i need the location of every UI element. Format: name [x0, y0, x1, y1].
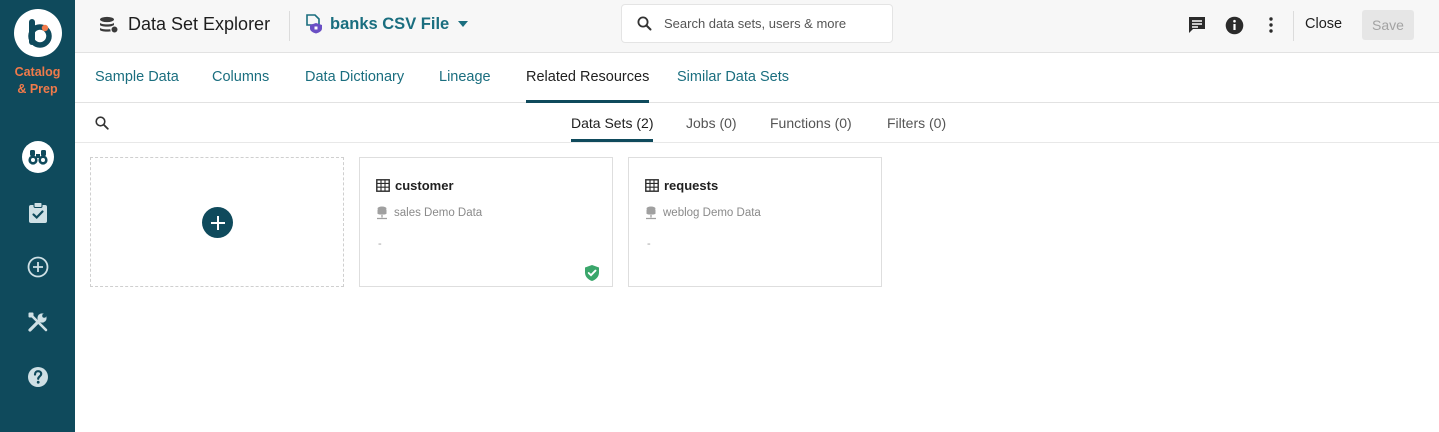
brand-name: Catalog & Prep: [14, 65, 61, 96]
more-options-button[interactable]: [1260, 14, 1282, 36]
add-circle-icon: [27, 256, 49, 278]
secured-file-icon: [306, 14, 322, 34]
app-logo[interactable]: [14, 9, 62, 57]
comment-icon: [1189, 17, 1205, 33]
card-source-name: weblog Demo Data: [663, 207, 761, 219]
data-set-card[interactable]: requests weblog Demo Data -: [628, 157, 882, 287]
table-icon: [645, 179, 659, 192]
info-icon: [1225, 16, 1243, 34]
tasks-nav-button[interactable]: [21, 196, 55, 230]
database-stack-icon: [100, 16, 119, 34]
app-root: Catalog & Prep Data Set Explorer banks C…: [0, 0, 1439, 432]
binoculars-icon: [28, 150, 48, 165]
tab-similar-data-sets[interactable]: Similar Data Sets: [677, 69, 789, 103]
card-title: requests: [645, 178, 718, 193]
more-vertical-icon: [1269, 17, 1273, 33]
tab-related-resources[interactable]: Related Resources: [526, 69, 650, 103]
resource-filter-bar: Data Sets (2) Jobs (0) Functions (0) Fil…: [75, 103, 1439, 143]
verified-shield-icon: [585, 265, 599, 281]
card-source: weblog Demo Data: [645, 206, 761, 220]
card-title: customer: [376, 178, 454, 193]
explore-nav-button[interactable]: [21, 140, 55, 174]
search-icon: [637, 16, 652, 31]
tab-columns[interactable]: Columns: [212, 69, 269, 103]
create-nav-button[interactable]: [21, 250, 55, 284]
left-rail: Catalog & Prep: [0, 0, 75, 432]
card-description: -: [378, 238, 382, 250]
card-name[interactable]: customer: [395, 178, 454, 193]
card-description: -: [647, 238, 651, 250]
top-header: Data Set Explorer banks CSV File Search …: [75, 0, 1439, 53]
comments-button[interactable]: [1186, 14, 1208, 36]
close-button[interactable]: Close: [1305, 16, 1342, 32]
clipboard-check-icon: [29, 202, 47, 223]
search-placeholder: Search data sets, users & more: [664, 16, 847, 31]
table-icon: [376, 179, 390, 192]
save-button[interactable]: Save: [1362, 10, 1414, 40]
tab-bar: Sample Data Columns Data Dictionary Line…: [75, 53, 1439, 103]
subtab-jobs[interactable]: Jobs (0): [686, 115, 737, 142]
tools-icon: [28, 312, 48, 332]
subtab-data-sets[interactable]: Data Sets (2): [571, 115, 654, 142]
help-icon: [28, 367, 48, 387]
help-nav-button[interactable]: [21, 360, 55, 394]
tab-lineage[interactable]: Lineage: [439, 69, 491, 103]
page-title-text: Data Set Explorer: [128, 14, 271, 34]
caret-down-icon[interactable]: [456, 19, 470, 29]
add-button[interactable]: [202, 207, 233, 238]
search-icon[interactable]: [95, 116, 109, 130]
dataset-selector[interactable]: banks CSV File: [305, 14, 470, 34]
tools-nav-button[interactable]: [21, 305, 55, 339]
dataset-name: banks CSV File: [330, 14, 450, 33]
page-title: Data Set Explorer: [99, 14, 270, 35]
data-set-card[interactable]: customer sales Demo Data -: [359, 157, 613, 287]
header-divider: [289, 11, 290, 41]
header-separator: [1293, 11, 1294, 41]
subtab-filters[interactable]: Filters (0): [887, 115, 946, 142]
tab-data-dictionary[interactable]: Data Dictionary: [305, 69, 404, 103]
database-server-icon: [377, 206, 387, 220]
card-source: sales Demo Data: [376, 206, 482, 220]
card-name[interactable]: requests: [664, 178, 718, 193]
subtab-functions[interactable]: Functions (0): [770, 115, 852, 142]
add-data-set-card[interactable]: [90, 157, 344, 287]
global-search-input[interactable]: Search data sets, users & more: [621, 4, 893, 43]
database-server-icon: [646, 206, 656, 220]
info-button[interactable]: [1223, 14, 1245, 36]
tab-sample-data[interactable]: Sample Data: [95, 69, 179, 103]
plus-icon: [210, 215, 225, 230]
card-source-name: sales Demo Data: [394, 207, 483, 219]
